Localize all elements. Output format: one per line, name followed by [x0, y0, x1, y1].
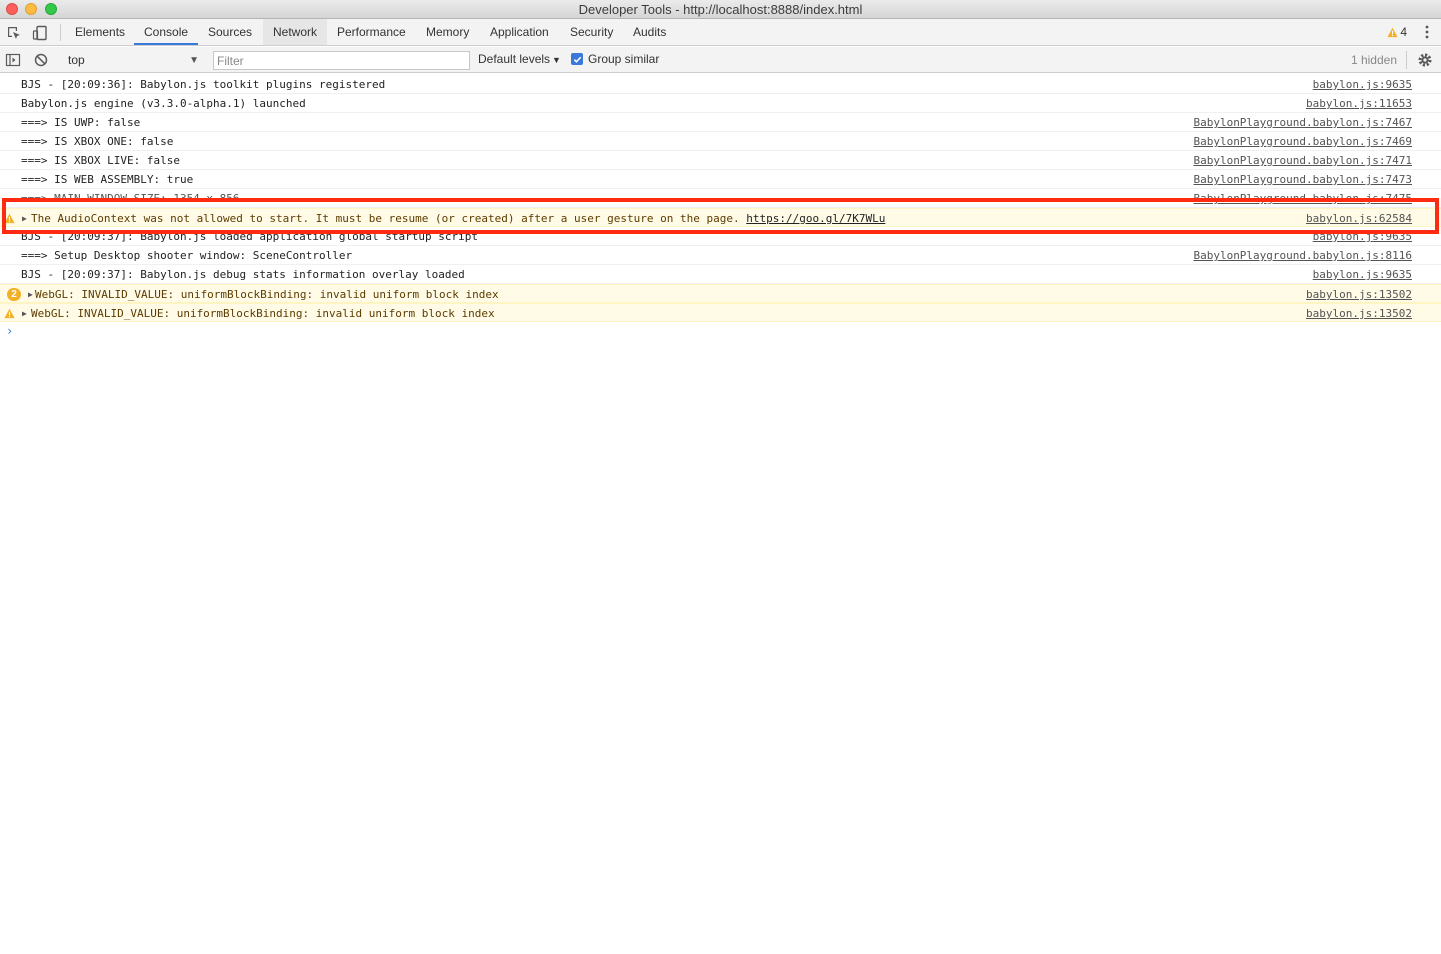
- console-message[interactable]: ===> IS UWP: false BabylonPlayground.bab…: [0, 113, 1441, 132]
- console-warning-message[interactable]: 2 ▶ WebGL: INVALID_VALUE: uniformBlockBi…: [0, 284, 1441, 303]
- hidden-messages-count: 1 hidden: [1350, 53, 1397, 67]
- console-warning-message[interactable]: ▶ WebGL: INVALID_VALUE: uniformBlockBind…: [0, 303, 1441, 322]
- window-titlebar: Developer Tools - http://localhost:8888/…: [0, 0, 1441, 19]
- log-levels-dropdown[interactable]: Default levels ▼: [478, 52, 561, 66]
- message-source-link[interactable]: BabylonPlayground.babylon.js:7473: [1193, 170, 1412, 189]
- message-url-link[interactable]: https://goo.gl/7K7WLu: [746, 212, 885, 225]
- warning-icon: [4, 308, 15, 319]
- tabbar-divider: [60, 24, 61, 41]
- console-toolbar: top ▼ Default levels▼ Group similar 1 hi…: [0, 47, 1441, 73]
- console-message[interactable]: ===> IS XBOX ONE: false BabylonPlaygroun…: [0, 132, 1441, 151]
- tab-audits[interactable]: Audits: [623, 19, 676, 45]
- message-text: BJS - [20:09:37]: Babylon.js debug stats…: [21, 268, 465, 281]
- message-text: Babylon.js engine (v3.3.0-alpha.1) launc…: [21, 97, 306, 110]
- console-prompt[interactable]: ›: [0, 322, 1441, 341]
- more-options-icon[interactable]: [1423, 24, 1431, 40]
- message-source-link[interactable]: babylon.js:11653: [1306, 94, 1412, 113]
- show-sidebar-icon[interactable]: [5, 52, 21, 68]
- devtools-tabbar: Elements Console Sources Network Perform…: [0, 19, 1441, 46]
- message-text: ===> IS XBOX LIVE: false: [21, 154, 180, 167]
- prompt-chevron-icon: ›: [6, 324, 14, 338]
- tab-elements[interactable]: Elements: [65, 19, 135, 45]
- message-source-link[interactable]: babylon.js:9635: [1313, 227, 1412, 246]
- message-text: ===> IS WEB ASSEMBLY: true: [21, 173, 194, 186]
- checkmark-icon: [573, 56, 581, 63]
- toolbar-divider: [1406, 51, 1407, 69]
- tab-sources[interactable]: Sources: [198, 19, 262, 45]
- console-message[interactable]: ===> IS WEB ASSEMBLY: true BabylonPlaygr…: [0, 170, 1441, 189]
- console-message[interactable]: BJS - [20:09:37]: Babylon.js loaded appl…: [0, 227, 1441, 246]
- window-title: Developer Tools - http://localhost:8888/…: [578, 2, 863, 17]
- warning-icon: [4, 213, 15, 224]
- console-message[interactable]: ===> Setup Desktop shooter window: Scene…: [0, 246, 1441, 265]
- console-warning-message[interactable]: ▶ The AudioContext was not allowed to st…: [0, 208, 1441, 227]
- warning-icon: [1387, 27, 1398, 37]
- expand-triangle-icon[interactable]: ▶: [28, 285, 33, 304]
- warning-count-label: 4: [1400, 25, 1407, 39]
- console-message[interactable]: ===> MAIN WINDOW SIZE: 1354 x 856 Babylo…: [0, 189, 1441, 208]
- execution-context-select[interactable]: top ▼: [64, 51, 204, 69]
- tab-console[interactable]: Console: [134, 19, 199, 45]
- message-text: WebGL: INVALID_VALUE: uniformBlockBindin…: [35, 288, 499, 301]
- tab-network[interactable]: Network: [263, 19, 328, 45]
- tab-memory[interactable]: Memory: [416, 19, 479, 45]
- message-text: BJS - [20:09:37]: Babylon.js loaded appl…: [21, 230, 478, 243]
- tab-security[interactable]: Security: [560, 19, 623, 45]
- message-text: ===> Setup Desktop shooter window: Scene…: [21, 249, 353, 262]
- warning-counter[interactable]: 4: [1387, 25, 1407, 39]
- message-source-link[interactable]: babylon.js:9635: [1313, 75, 1412, 94]
- message-text: The AudioContext was not allowed to star…: [31, 212, 747, 225]
- settings-gear-icon[interactable]: [1417, 52, 1433, 68]
- console-message[interactable]: Babylon.js engine (v3.3.0-alpha.1) launc…: [0, 94, 1441, 113]
- message-text: ===> MAIN WINDOW SIZE: 1354 x 856: [21, 192, 240, 205]
- inspect-element-icon[interactable]: [6, 25, 22, 41]
- group-similar-label: Group similar: [588, 52, 660, 66]
- group-similar-toggle[interactable]: Group similar: [571, 52, 659, 66]
- message-source-link[interactable]: BabylonPlayground.babylon.js:7471: [1193, 151, 1412, 170]
- message-source-link[interactable]: babylon.js:62584: [1306, 209, 1412, 228]
- expand-triangle-icon[interactable]: ▶: [22, 304, 27, 323]
- message-source-link[interactable]: BabylonPlayground.babylon.js:7475: [1193, 189, 1412, 208]
- message-source-link[interactable]: BabylonPlayground.babylon.js:8116: [1193, 246, 1412, 265]
- group-similar-checkbox[interactable]: [571, 53, 583, 65]
- log-levels-label: Default levels: [478, 52, 551, 66]
- expand-triangle-icon[interactable]: ▶: [22, 209, 27, 228]
- repeat-count-badge: 2: [7, 288, 21, 301]
- message-source-link[interactable]: babylon.js:13502: [1306, 285, 1412, 304]
- message-source-link[interactable]: BabylonPlayground.babylon.js:7467: [1193, 113, 1412, 132]
- message-text: ===> IS XBOX ONE: false: [21, 135, 174, 148]
- device-toolbar-icon[interactable]: [32, 25, 48, 41]
- tab-application[interactable]: Application: [480, 19, 559, 45]
- dropdown-arrow-icon: ▼: [189, 55, 199, 66]
- message-source-link[interactable]: BabylonPlayground.babylon.js:7469: [1193, 132, 1412, 151]
- message-text: ===> IS UWP: false: [21, 116, 141, 129]
- console-message[interactable]: ===> IS XBOX LIVE: false BabylonPlaygrou…: [0, 151, 1441, 170]
- message-source-link[interactable]: babylon.js:13502: [1306, 304, 1412, 323]
- console-messages: BJS - [20:09:36]: Babylon.js toolkit plu…: [0, 75, 1441, 341]
- message-text: WebGL: INVALID_VALUE: uniformBlockBindin…: [31, 307, 495, 320]
- tab-performance[interactable]: Performance: [327, 19, 416, 45]
- execution-context-value: top: [68, 53, 85, 67]
- filter-input[interactable]: [213, 51, 470, 70]
- message-text-wrapper: The AudioContext was not allowed to star…: [31, 209, 885, 228]
- console-message[interactable]: BJS - [20:09:37]: Babylon.js debug stats…: [0, 265, 1441, 284]
- console-message[interactable]: BJS - [20:09:36]: Babylon.js toolkit plu…: [0, 75, 1441, 94]
- dropdown-arrow-icon: ▼: [552, 55, 561, 65]
- message-source-link[interactable]: babylon.js:9635: [1313, 265, 1412, 284]
- clear-console-icon[interactable]: [33, 52, 49, 68]
- message-text: BJS - [20:09:36]: Babylon.js toolkit plu…: [21, 78, 386, 91]
